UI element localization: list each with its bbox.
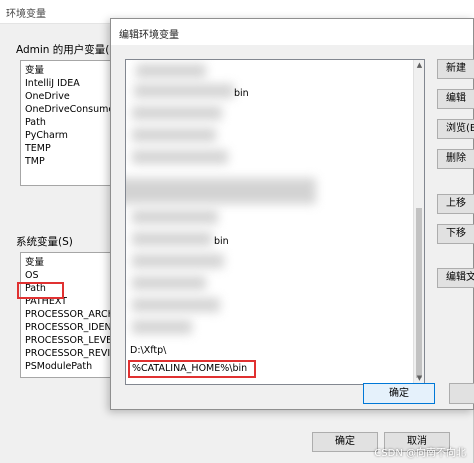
edit-text-button[interactable]: 编辑文本 [437, 268, 474, 288]
user-variables-label: Admin 的用户变量(U) [16, 44, 122, 56]
edit-titlebar: 编辑环境变量 [111, 19, 473, 45]
blurred-entry [132, 210, 218, 224]
path-entries-list[interactable]: bin bin D:\Xftp\ %CATALINA_HOME%\bin ▲ ▼ [125, 59, 425, 385]
move-down-button[interactable]: 下移 [437, 224, 474, 244]
edit-button[interactable]: 编辑 [437, 89, 474, 109]
system-variables-label: 系统变量(S) [16, 236, 73, 248]
path-highlight-box [17, 282, 64, 299]
edit-cancel-button[interactable] [449, 383, 474, 404]
browse-button[interactable]: 浏览(B) [437, 119, 474, 139]
list-scrollbar[interactable]: ▲ ▼ [413, 60, 424, 384]
move-up-button[interactable]: 上移 [437, 194, 474, 214]
blurred-entry [132, 128, 216, 142]
scroll-up-icon[interactable]: ▲ [414, 60, 424, 71]
new-button[interactable]: 新建 [437, 59, 474, 79]
back-dialog-title: 环境变量 [6, 9, 46, 20]
blurred-entry [132, 232, 212, 246]
blurred-entry [132, 298, 220, 312]
path-entry-xftp[interactable]: D:\Xftp\ [130, 345, 166, 356]
blurred-entry [134, 84, 234, 98]
blurred-entry [136, 64, 206, 78]
blurred-entry [132, 254, 224, 268]
watermark: CSDN @向南不向北 [374, 448, 466, 459]
blurred-entry [132, 106, 222, 120]
edit-environment-variable-dialog: 编辑环境变量 bin bin D:\Xftp\ %CATALINA_HOME%\… [110, 18, 474, 410]
edit-ok-button[interactable]: 确定 [363, 383, 435, 404]
blurred-entry [132, 320, 192, 334]
blurred-entry [126, 178, 316, 204]
back-ok-button[interactable]: 确定 [312, 432, 378, 452]
edit-dialog-title: 编辑环境变量 [119, 30, 179, 41]
delete-button[interactable]: 删除 [437, 149, 474, 169]
path-entry-catalina-selected[interactable]: %CATALINA_HOME%\bin [128, 360, 256, 378]
blurred-entry [132, 150, 228, 164]
blurred-entry [132, 276, 206, 290]
scroll-thumb[interactable] [416, 208, 422, 378]
path-fragment: bin [214, 236, 229, 247]
path-fragment: bin [234, 88, 249, 99]
